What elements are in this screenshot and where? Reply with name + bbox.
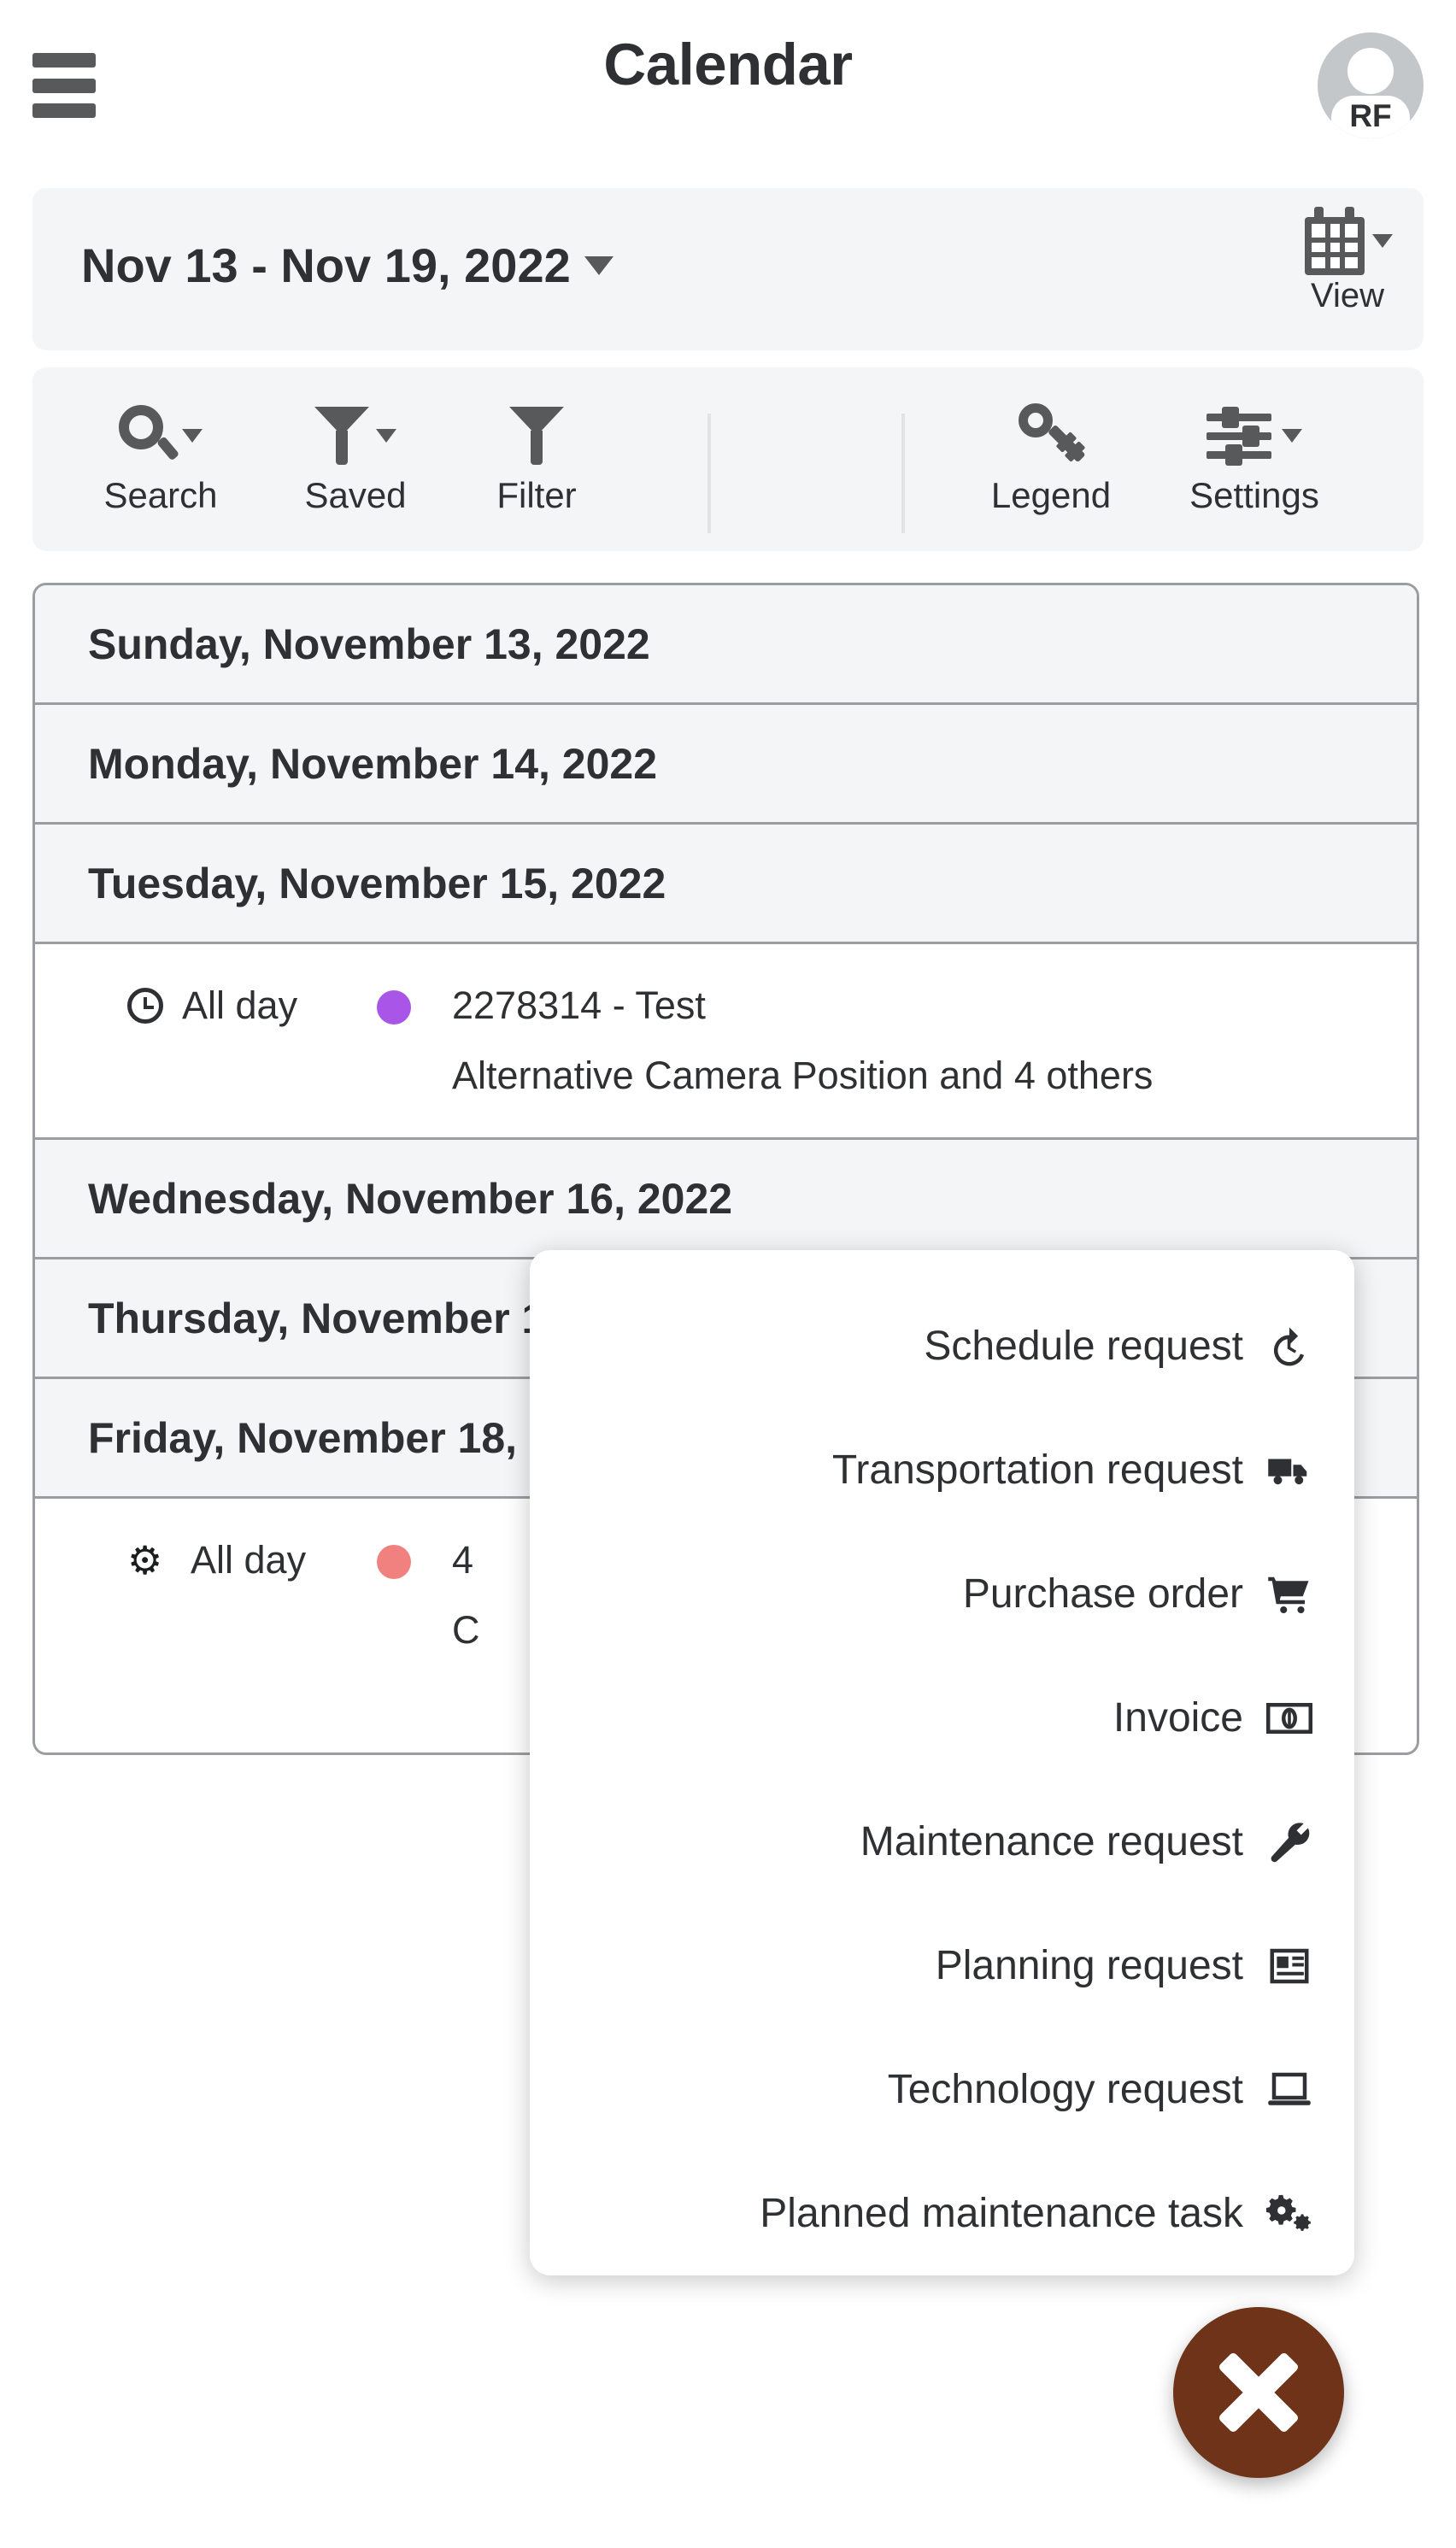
menu-item-invoice[interactable]: Invoice: [555, 1656, 1320, 1780]
event-time-label: All day: [182, 983, 298, 1027]
chevron-down-icon: [1282, 429, 1302, 443]
search-icon: [119, 400, 203, 472]
menu-item-planning-request[interactable]: Planning request: [555, 1904, 1320, 2028]
chevron-down-icon: [182, 429, 203, 443]
search-button[interactable]: Search: [75, 400, 246, 516]
app-header: Calendar RF: [0, 0, 1456, 171]
menu-item-planned-maintenance-task[interactable]: Planned maintenance task: [555, 2152, 1320, 2275]
key-icon: [1017, 400, 1086, 472]
menu-item-purchase-order[interactable]: Purchase order: [555, 1532, 1320, 1656]
avatar-person-icon: [1347, 48, 1394, 94]
settings-button[interactable]: Settings: [1169, 400, 1340, 516]
laptop-icon: [1265, 2066, 1313, 2114]
event-body: 4 C: [452, 1538, 480, 1653]
chevron-down-icon: [376, 429, 396, 443]
saved-button-label: Saved: [304, 475, 407, 515]
history-icon: [1265, 1323, 1313, 1371]
event-color-dot: [377, 1545, 411, 1579]
calendar-icon: [1302, 207, 1367, 275]
event-body: 2278314 - Test Alternative Camera Positi…: [452, 983, 1153, 1098]
gears-icon: ⚙: [127, 1538, 163, 1582]
legend-button[interactable]: Legend: [966, 400, 1136, 516]
day-header-label: Sunday, November 13, 2022: [88, 619, 650, 668]
event-title: 4: [452, 1538, 474, 1582]
day-header-label: Monday, November 14, 2022: [88, 739, 658, 788]
search-button-label: Search: [103, 475, 218, 515]
sliders-icon: [1206, 400, 1302, 472]
chevron-down-icon: [584, 255, 614, 275]
wrench-icon: [1265, 1818, 1313, 1866]
toolbar-divider: [707, 414, 711, 533]
close-fab-button[interactable]: [1173, 2307, 1344, 2478]
menu-item-maintenance-request[interactable]: Maintenance request: [555, 1780, 1320, 1904]
avatar[interactable]: RF: [1318, 32, 1424, 138]
event-title: 2278314 - Test: [452, 983, 706, 1027]
menu-item-label: Technology request: [887, 2067, 1243, 2112]
event-time: All day: [35, 983, 377, 1028]
filter-icon: [314, 400, 396, 472]
toolbar-divider: [901, 414, 905, 533]
menu-item-label: Transportation request: [831, 1447, 1243, 1493]
menu-item-label: Maintenance request: [860, 1819, 1243, 1864]
shopping-cart-icon: [1265, 1570, 1313, 1618]
money-bill-icon: [1265, 1694, 1313, 1742]
menu-item-transportation-request[interactable]: Transportation request: [555, 1408, 1320, 1532]
date-range-selector[interactable]: Nov 13 - Nov 19, 2022: [81, 238, 614, 293]
event-row[interactable]: All day 2278314 - Test Alternative Camer…: [35, 944, 1417, 1140]
avatar-initials: RF: [1349, 98, 1392, 133]
view-button[interactable]: View: [1302, 207, 1393, 315]
newspaper-icon: [1265, 1942, 1313, 1990]
menu-item-label: Purchase order: [962, 1571, 1243, 1617]
truck-icon: [1265, 1447, 1313, 1494]
filter-button[interactable]: Filter: [451, 400, 622, 516]
view-button-label: View: [1311, 277, 1384, 314]
day-header-row[interactable]: Monday, November 14, 2022: [35, 705, 1417, 825]
menu-item-label: Planned maintenance task: [760, 2191, 1243, 2236]
menu-item-label: Planning request: [935, 1943, 1243, 1988]
date-range-bar: Nov 13 - Nov 19, 2022 View: [32, 188, 1424, 350]
event-color-dot: [377, 990, 411, 1024]
app-root: Calendar RF Nov 13 - Nov 19, 2022 View S…: [0, 0, 1456, 2548]
filter-button-label: Filter: [496, 475, 577, 515]
date-range-label: Nov 13 - Nov 19, 2022: [81, 238, 571, 292]
gears-icon: [1265, 2190, 1313, 2238]
day-header-row[interactable]: Wednesday, November 16, 2022: [35, 1140, 1417, 1259]
day-header-row[interactable]: Sunday, November 13, 2022: [35, 585, 1417, 705]
day-header-label: Tuesday, November 15, 2022: [88, 859, 666, 907]
hamburger-bar: [32, 103, 96, 118]
menu-item-technology-request[interactable]: Technology request: [555, 2028, 1320, 2152]
calendar-toolbar: Search Saved Filter Legend Settings: [32, 367, 1424, 551]
settings-button-label: Settings: [1189, 475, 1319, 515]
chevron-down-icon: [1372, 234, 1393, 248]
event-time-label: All day: [191, 1538, 307, 1582]
view-icon-row: [1302, 207, 1393, 275]
menu-item-label: Invoice: [1113, 1695, 1243, 1741]
menu-item-schedule-request[interactable]: Schedule request: [555, 1284, 1320, 1408]
create-menu-popup: Schedule request Transportation request …: [530, 1250, 1354, 2275]
menu-item-label: Schedule request: [924, 1324, 1243, 1369]
filter-icon: [509, 400, 564, 472]
day-header-label: Wednesday, November 16, 2022: [88, 1174, 733, 1223]
saved-button[interactable]: Saved: [270, 400, 441, 516]
event-subtitle: C: [452, 1608, 480, 1652]
day-header-row[interactable]: Tuesday, November 15, 2022: [35, 825, 1417, 944]
event-subtitle: Alternative Camera Position and 4 others: [452, 1054, 1154, 1097]
clock-icon: [127, 988, 163, 1024]
page-title: Calendar: [603, 32, 853, 97]
event-time: ⚙ All day: [35, 1538, 377, 1582]
legend-button-label: Legend: [990, 475, 1112, 515]
